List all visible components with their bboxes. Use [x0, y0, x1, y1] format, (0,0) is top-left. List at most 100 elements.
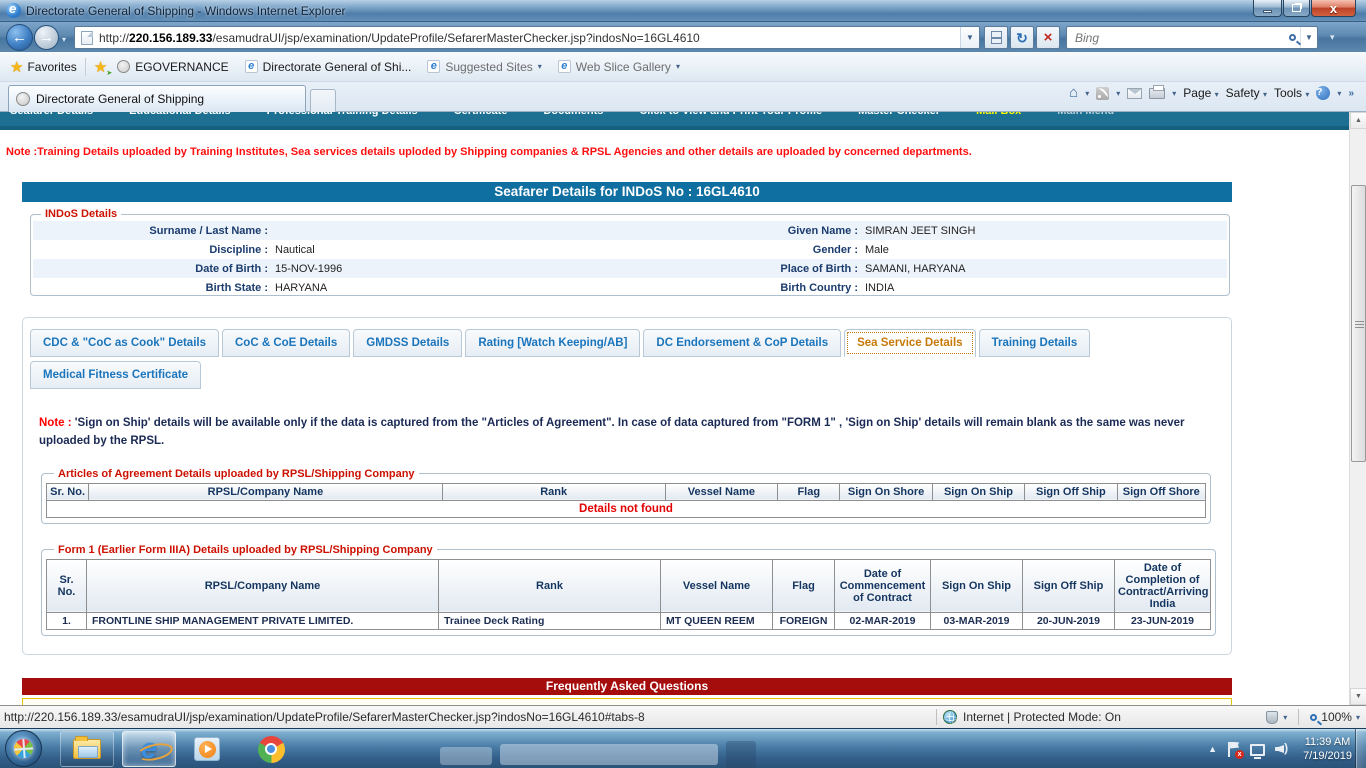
- scroll-down-icon[interactable]: ▼: [1350, 688, 1366, 705]
- tab-dc-endorsement-cop-details[interactable]: DC Endorsement & CoP Details: [643, 329, 841, 357]
- tab-rating-watch-keeping-ab[interactable]: Rating [Watch Keeping/AB]: [465, 329, 640, 357]
- ie-page-icon: e: [245, 60, 258, 73]
- start-button[interactable]: [5, 730, 42, 767]
- table-cell: FOREIGN: [773, 612, 835, 629]
- column-header: Vessel Name: [661, 559, 773, 612]
- restore-button[interactable]: [1283, 0, 1310, 17]
- training-details-note: Note :Training Details uploaded by Train…: [6, 146, 1336, 158]
- taskbar-clock[interactable]: 11:39 AM 7/19/2019: [1303, 735, 1352, 763]
- volume-icon[interactable]: [1275, 742, 1291, 756]
- chevron-down-icon[interactable]: ▾: [1085, 89, 1089, 98]
- scroll-up-icon[interactable]: ▲: [1350, 112, 1366, 129]
- network-icon[interactable]: [1250, 744, 1265, 756]
- chevron-down-icon[interactable]: ▾: [1172, 89, 1176, 98]
- taskbar-chrome-button[interactable]: [256, 735, 286, 763]
- form1-table: Sr. No.RPSL/Company NameRankVessel NameF…: [46, 559, 1211, 630]
- taskbar-media-player-button[interactable]: [192, 735, 222, 763]
- chevron-down-icon[interactable]: ▾: [1283, 713, 1287, 722]
- home-icon[interactable]: ⌂: [1069, 86, 1078, 100]
- search-input[interactable]: [1067, 31, 1289, 45]
- chevron-down-icon[interactable]: ▾: [1337, 89, 1341, 98]
- show-desktop-button[interactable]: [1355, 729, 1366, 768]
- address-dropdown-icon[interactable]: ▼: [960, 26, 979, 49]
- site-nav-bar: Seafarer Details Educational Details Profe…: [0, 112, 1349, 130]
- search-options-icon[interactable]: ▾: [1330, 32, 1335, 43]
- nav-item[interactable]: Mail Box: [976, 112, 1021, 117]
- status-right: ▾ 100% ▾: [1266, 709, 1366, 725]
- favorites-bar-item-label: Suggested Sites: [445, 60, 532, 74]
- window-controls: x: [1252, 0, 1356, 17]
- tab-coc-coe-details[interactable]: CoC & CoE Details: [222, 329, 350, 357]
- search-box[interactable]: ▼: [1066, 26, 1318, 49]
- read-mail-icon[interactable]: [1127, 88, 1142, 99]
- filter-icon[interactable]: [1266, 711, 1278, 724]
- browser-tab[interactable]: Directorate General of Shipping: [8, 85, 306, 112]
- page-title: Seafarer Details for INDoS No : 16GL4610: [22, 182, 1232, 202]
- nav-item[interactable]: Certificate: [454, 112, 508, 117]
- nav-item[interactable]: Main Menu: [1057, 112, 1114, 117]
- help-icon[interactable]: ?: [1316, 86, 1330, 100]
- forward-button[interactable]: →: [34, 25, 59, 50]
- faq-header[interactable]: Frequently Asked Questions: [22, 678, 1232, 695]
- minimize-button[interactable]: [1253, 0, 1282, 17]
- history-dropdown-icon[interactable]: ▾: [62, 35, 66, 44]
- nav-item[interactable]: Click to View and Print Your Profile: [639, 112, 822, 117]
- refresh-button[interactable]: ↻: [1010, 26, 1034, 49]
- zoom-icon: [1310, 714, 1317, 721]
- action-center-flag-icon[interactable]: x: [1227, 742, 1240, 757]
- field-label: Given Name :: [620, 225, 858, 237]
- form1-fieldset: Form 1 (Earlier Form IIIA) Details uploa…: [41, 544, 1216, 636]
- table-cell: 23-JUN-2019: [1115, 612, 1211, 629]
- back-button[interactable]: ←: [6, 24, 33, 51]
- favorites-bar-item[interactable]: eDirectorate General of Shi...: [245, 60, 412, 74]
- favorites-bar-item[interactable]: EGOVERNANCE: [117, 60, 228, 74]
- tab-medical-fitness-certificate[interactable]: Medical Fitness Certificate: [30, 361, 201, 389]
- chevron-down-icon: ▾: [1305, 90, 1309, 99]
- chevron-down-icon[interactable]: ▾: [1116, 89, 1120, 98]
- background-window-blur: [726, 741, 756, 768]
- note-prefix: Note :: [39, 417, 75, 429]
- vertical-scrollbar[interactable]: ▲ ▼: [1349, 112, 1366, 705]
- zoom-control[interactable]: 100% ▾: [1310, 710, 1360, 724]
- search-icon[interactable]: [1289, 34, 1296, 41]
- more-commands-icon[interactable]: »: [1348, 88, 1354, 99]
- stop-button[interactable]: ×: [1036, 26, 1060, 49]
- new-tab-button[interactable]: [310, 89, 336, 112]
- add-favorite-button[interactable]: ★: [94, 58, 107, 76]
- address-bar[interactable]: http://220.156.189.33/esamudraUI/jsp/exa…: [74, 26, 980, 49]
- compatibility-view-button[interactable]: [984, 26, 1008, 49]
- background-window-blur: [500, 744, 718, 765]
- nav-item[interactable]: Master Checker: [858, 112, 940, 117]
- tools-menu[interactable]: Tools ▾: [1274, 86, 1309, 100]
- field-label: Gender :: [620, 244, 858, 256]
- taskbar-ie-button[interactable]: e: [122, 731, 176, 767]
- field-value: Nautical: [268, 244, 620, 256]
- favorites-button[interactable]: Favorites: [27, 60, 76, 74]
- print-icon[interactable]: [1149, 88, 1165, 99]
- search-dropdown-icon[interactable]: ▼: [1300, 27, 1317, 48]
- favorites-bar-item[interactable]: eWeb Slice Gallery▾: [558, 60, 680, 74]
- safety-menu[interactable]: Safety ▾: [1226, 86, 1267, 100]
- column-header: Vessel Name: [665, 483, 777, 500]
- nav-item[interactable]: Documents: [543, 112, 603, 117]
- seafarer-tabs-panel: CDC & "CoC as Cook" DetailsCoC & CoE Det…: [22, 317, 1232, 655]
- tray-expand-icon[interactable]: ▲: [1208, 744, 1217, 754]
- rss-feed-icon[interactable]: [1096, 87, 1109, 100]
- scrollbar-thumb[interactable]: [1351, 185, 1366, 462]
- tab-cdc-coc-as-cook-details[interactable]: CDC & "CoC as Cook" Details: [30, 329, 219, 357]
- alert-badge: x: [1235, 750, 1244, 759]
- close-button[interactable]: x: [1311, 0, 1356, 17]
- nav-item[interactable]: Seafarer Details: [10, 112, 93, 117]
- nav-item[interactable]: Professional Training Details: [267, 112, 418, 117]
- tab-training-details[interactable]: Training Details: [979, 329, 1091, 357]
- taskbar-explorer-button[interactable]: [60, 731, 114, 767]
- tab-gmdss-details[interactable]: GMDSS Details: [353, 329, 462, 357]
- page-favicon-icon: [81, 31, 93, 45]
- tab-sea-service-details[interactable]: Sea Service Details: [844, 329, 976, 357]
- column-header: Date of Completion of Contract/Arriving …: [1115, 559, 1211, 612]
- favorites-bar-item[interactable]: eSuggested Sites▾: [427, 60, 541, 74]
- nav-item[interactable]: Educational Details: [129, 112, 230, 117]
- page-menu[interactable]: Page ▾: [1183, 86, 1218, 100]
- chevron-down-icon: ▾: [538, 62, 542, 71]
- refresh-icon: ↻: [1016, 31, 1028, 45]
